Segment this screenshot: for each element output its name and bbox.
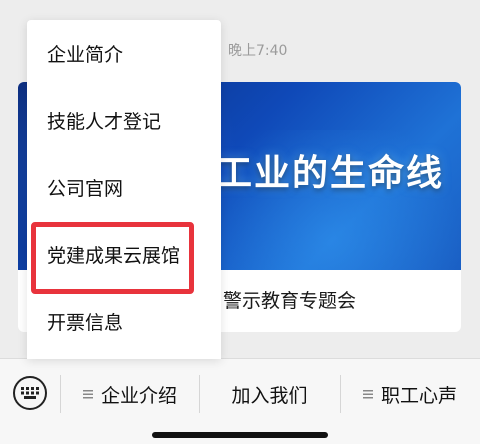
menu-item-label: 开票信息 (47, 311, 124, 334)
menu-item-official-website[interactable]: 公司官网 (27, 154, 221, 220)
menu-item-label: 党建成果云展馆 (47, 244, 181, 267)
bottom-menu-staff-voice[interactable]: 职工心声 (340, 359, 480, 429)
bottom-menu-label: 企业介绍 (100, 384, 177, 407)
menu-item-label: 企业简介 (47, 43, 124, 66)
keyboard-toggle-button[interactable] (13, 376, 47, 410)
home-indicator[interactable] (152, 432, 328, 438)
menu-item-party-exhibition[interactable]: 党建成果云展馆 (27, 221, 221, 287)
article-title: 警示教育专题会 (223, 290, 357, 312)
menu-item-talent-registration[interactable]: 技能人才登记 (27, 87, 221, 153)
menu-item-label: 公司官网 (47, 177, 124, 200)
popup-submenu: 企业简介 技能人才登记 公司官网 党建成果云展馆 开票信息 (27, 20, 221, 359)
bottom-menu-label: 职工心声 (380, 384, 457, 407)
bottom-menu-company-intro[interactable]: 企业介绍 (61, 359, 199, 429)
menu-item-invoice-info[interactable]: 开票信息 (27, 288, 221, 354)
message-timestamp: 晚上7:40 (228, 43, 288, 59)
bottom-menu-join-us[interactable]: 加入我们 (199, 359, 340, 429)
menu-item-company-intro[interactable]: 企业简介 (27, 20, 221, 86)
banner-title: 工业的生命线 (216, 152, 445, 194)
keyboard-icon (21, 387, 39, 399)
list-icon (362, 388, 373, 400)
list-icon (82, 388, 93, 400)
menu-item-label: 技能人才登记 (47, 110, 162, 133)
bottom-menu-label: 加入我们 (231, 384, 308, 407)
